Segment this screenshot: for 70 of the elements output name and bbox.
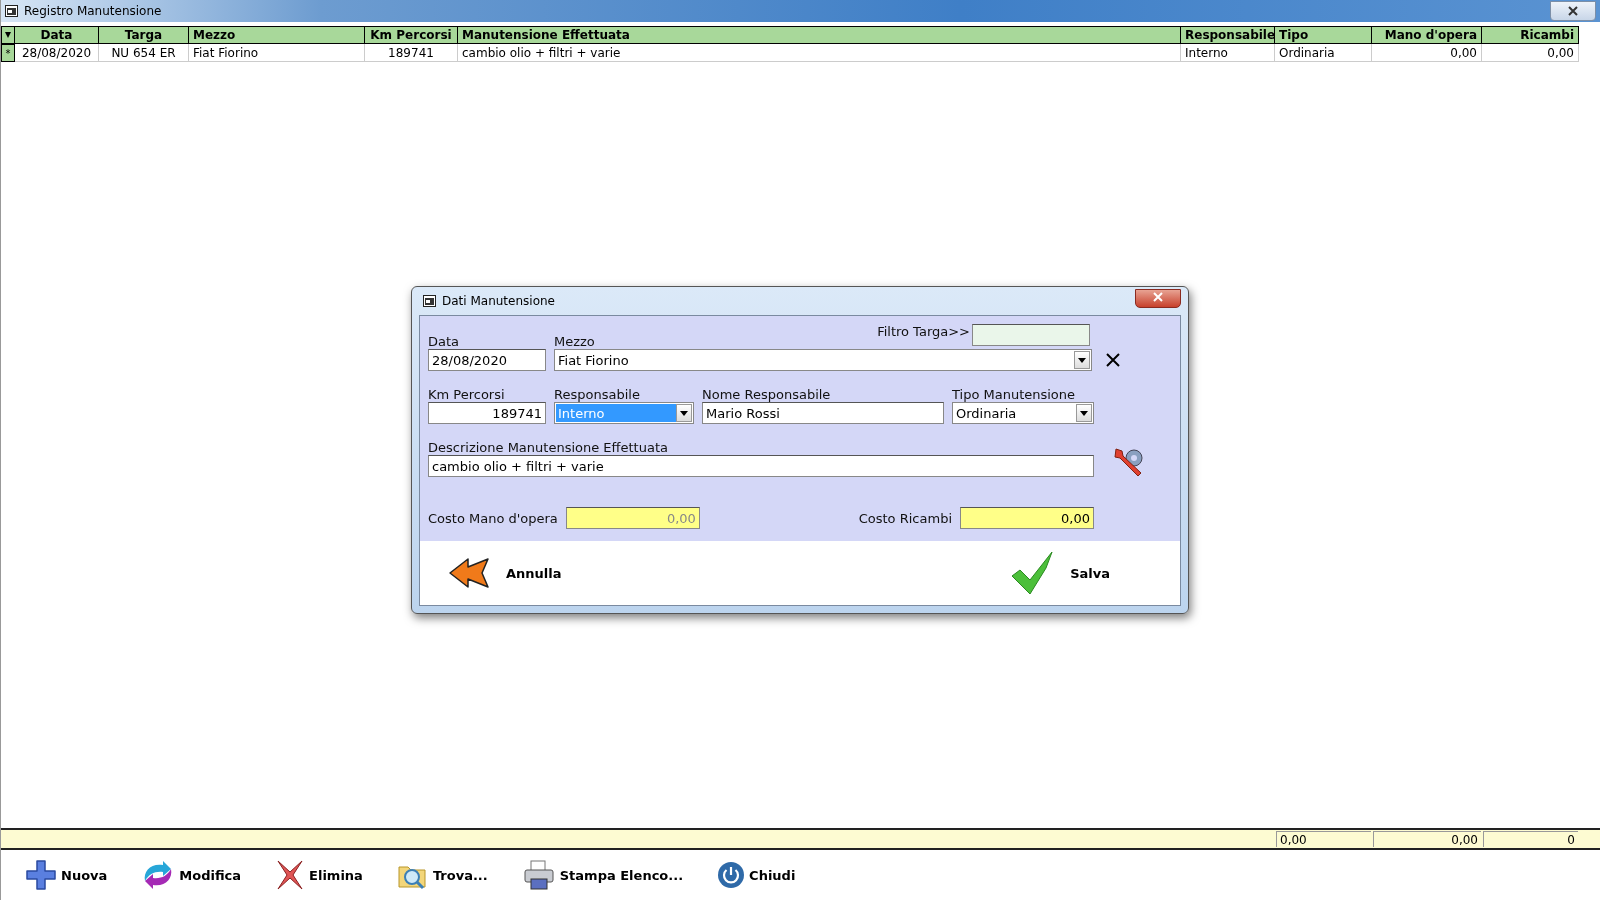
input-field[interactable]: 189741 bbox=[428, 402, 546, 424]
plus-icon bbox=[25, 859, 57, 891]
column-header[interactable]: Data bbox=[15, 26, 99, 44]
toolbar-button[interactable]: Elimina bbox=[275, 859, 363, 891]
field-label: Descrizione Manutensione Effettuata bbox=[428, 440, 668, 455]
table-cell: Interno bbox=[1181, 44, 1275, 62]
power-icon bbox=[717, 861, 746, 889]
close-icon bbox=[1568, 5, 1578, 16]
field-label: Data bbox=[428, 334, 460, 349]
column-header[interactable]: Responsabile bbox=[1181, 26, 1275, 44]
table-cell: cambio olio + filtri + varie bbox=[458, 44, 1181, 62]
dialog-button[interactable]: Salva bbox=[1010, 550, 1110, 596]
column-header[interactable]: Ricambi bbox=[1482, 26, 1579, 44]
input-field[interactable]: Mario Rossi bbox=[702, 402, 944, 424]
double-arrow-left-icon bbox=[448, 556, 492, 590]
dropdown-value: Interno bbox=[556, 404, 676, 422]
toolbar-button[interactable]: Stampa Elenco... bbox=[521, 859, 684, 891]
field-label: Tipo Manutensione bbox=[952, 387, 1076, 402]
table-cell: Ordinaria bbox=[1275, 44, 1372, 62]
field-label: Costo Ricambi bbox=[858, 510, 952, 526]
total-cell: 0 bbox=[1483, 831, 1578, 847]
column-header[interactable]: Targa bbox=[99, 26, 189, 44]
clear-x-icon[interactable] bbox=[1106, 353, 1120, 367]
filter-marker-icon bbox=[1, 26, 15, 44]
total-cell: 0,00 bbox=[1373, 831, 1481, 847]
toolbar-button[interactable]: Nuova bbox=[25, 859, 108, 891]
field-label: Mezzo bbox=[554, 334, 595, 349]
toolbar-button[interactable]: Trova... bbox=[396, 859, 488, 891]
column-header[interactable]: Mezzo bbox=[189, 26, 365, 44]
toolbar-button[interactable]: Chiudi bbox=[717, 861, 796, 889]
input-field: 0,00 bbox=[565, 507, 700, 529]
table-cell: 0,00 bbox=[1372, 44, 1482, 62]
filter-label: Filtro Targa>> bbox=[877, 324, 970, 339]
column-header[interactable]: Mano d'opera bbox=[1372, 26, 1482, 44]
window-icon bbox=[423, 295, 436, 307]
dropdown-value: Ordinaria bbox=[955, 404, 1018, 422]
column-header[interactable]: Tipo bbox=[1275, 26, 1372, 44]
dropdown-arrow-icon bbox=[1080, 410, 1088, 416]
column-header[interactable]: Km Percorsi bbox=[365, 26, 458, 44]
field-label: Km Percorsi bbox=[428, 387, 505, 402]
table-cell: 28/08/2020 bbox=[15, 44, 99, 62]
field-label: Costo Mano d'opera bbox=[428, 510, 558, 526]
input-field[interactable]: cambio olio + filtri + varie bbox=[428, 455, 1094, 477]
table-cell: Fiat Fiorino bbox=[189, 44, 365, 62]
input-field[interactable]: 28/08/2020 bbox=[428, 349, 546, 371]
toolbar-button[interactable]: Modifica bbox=[141, 859, 242, 891]
dropdown-field[interactable]: Ordinaria bbox=[952, 402, 1094, 424]
filter-field[interactable] bbox=[972, 324, 1090, 346]
printer-icon bbox=[521, 859, 556, 891]
window-title: Registro Manutensione bbox=[24, 4, 162, 18]
table-cell: NU 654 ER bbox=[99, 44, 189, 62]
table-cell: 189741 bbox=[365, 44, 458, 62]
field-label: Nome Responsabile bbox=[702, 387, 831, 402]
dropdown-arrow-icon bbox=[1078, 357, 1086, 363]
close-button[interactable] bbox=[1550, 1, 1596, 21]
wrench-gear-icon[interactable] bbox=[1112, 445, 1146, 477]
dialog-title: Dati Manutensione bbox=[442, 294, 555, 308]
dropdown-field[interactable]: Fiat Fiorino bbox=[554, 349, 1092, 371]
column-header[interactable]: Manutensione Effettuata bbox=[458, 26, 1181, 44]
dialog-button[interactable]: Annulla bbox=[448, 556, 562, 590]
field-label: Responsabile bbox=[554, 387, 640, 402]
input-field[interactable]: 0,00 bbox=[960, 507, 1094, 529]
close-button[interactable] bbox=[1135, 288, 1181, 308]
window-icon bbox=[5, 5, 18, 17]
dropdown-value: Fiat Fiorino bbox=[557, 351, 630, 369]
row-marker: * bbox=[1, 44, 15, 62]
close-icon bbox=[1153, 292, 1163, 302]
total-cell: 0,00 bbox=[1276, 831, 1371, 847]
dropdown-arrow-icon bbox=[680, 410, 688, 416]
table-cell: 0,00 bbox=[1482, 44, 1579, 62]
